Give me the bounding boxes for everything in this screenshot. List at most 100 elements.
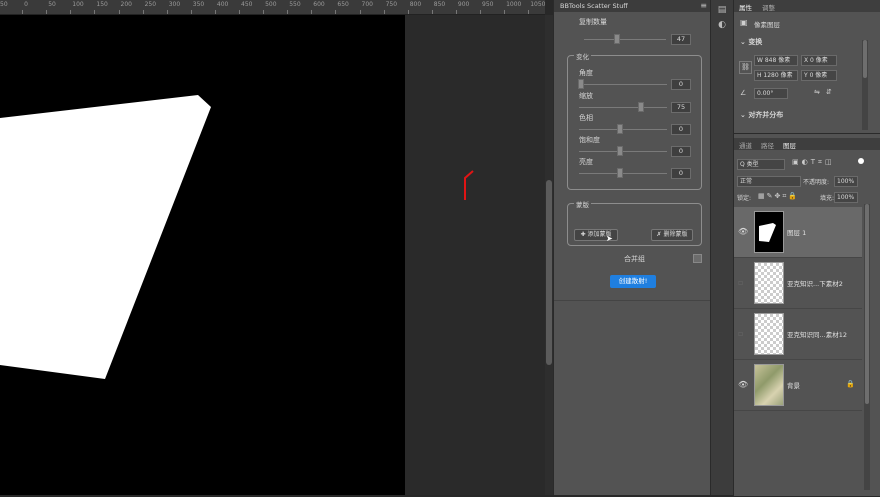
ruler-tick-mark xyxy=(455,10,457,14)
y-field[interactable]: Y 0 像素 xyxy=(801,70,837,81)
flip-vertical-icon[interactable]: ⇵ xyxy=(826,88,832,96)
tab-adjustments[interactable]: 调整 xyxy=(762,2,775,12)
lock-icons[interactable]: ▦✎✥⌗🔒 xyxy=(758,192,799,201)
ruler-tick-label: 450 xyxy=(241,1,253,8)
ruler-tick-label: 900 xyxy=(457,1,470,8)
ruler-tick-label: 50 xyxy=(48,1,56,8)
scale-slider-handle[interactable] xyxy=(638,102,644,112)
panel-icon-strip: ▤ ◐ xyxy=(710,0,733,495)
align-chevron-icon: ⌄ xyxy=(740,111,746,119)
layer-row-material12[interactable]: ▫ 亚克知识同...素材12 xyxy=(734,309,862,360)
ruler-tick-label: 300 xyxy=(168,1,181,8)
ruler-tick-label: 0 xyxy=(24,1,28,8)
layer-filter-select[interactable]: Q 类型 xyxy=(737,159,785,170)
ruler-tick-mark xyxy=(311,10,313,14)
scatter-panel: BBTools Scatter Stuff ≡ 复制数量 47 变化 角度 0 … xyxy=(553,0,711,495)
layer-thumbnail xyxy=(754,313,784,355)
merge-group-checkbox[interactable] xyxy=(693,254,702,263)
canvas-scrollbar-thumb[interactable] xyxy=(546,180,552,365)
layer-row-layer1[interactable]: 👁 图层 1 xyxy=(734,207,862,258)
layer-name: 图层 1 xyxy=(787,229,807,237)
ruler-tick-label: 750 xyxy=(385,1,398,8)
opacity-input[interactable]: 100% xyxy=(834,176,858,187)
ruler-tick-label: 500 xyxy=(265,1,277,8)
properties-scrollbar[interactable] xyxy=(862,40,868,130)
flip-horizontal-icon[interactable]: ⇋ xyxy=(814,88,820,96)
angle-slider-handle[interactable] xyxy=(578,79,584,89)
layers-scrollbar-thumb[interactable] xyxy=(865,204,869,404)
ruler-tick-mark xyxy=(94,10,96,14)
visibility-off-icon[interactable]: ▫ xyxy=(738,278,743,287)
ruler-tick-label: 700 xyxy=(361,1,373,8)
lightness-input[interactable]: 0 xyxy=(671,168,691,179)
scale-label: 缩放 xyxy=(579,92,593,100)
layer-filter-icons[interactable]: ▣◐T⌗◫ xyxy=(792,158,835,167)
visibility-off-icon[interactable]: ▫ xyxy=(738,329,743,338)
layer-thumbnail xyxy=(754,364,784,406)
x-field[interactable]: X 0 像素 xyxy=(801,55,837,66)
tab-channels[interactable]: 通道 xyxy=(739,140,752,150)
adjustments-icon[interactable]: ◐ xyxy=(717,20,727,30)
layer-thumbnail xyxy=(754,262,784,304)
hue-input[interactable]: 0 xyxy=(671,124,691,135)
layer-name: 亚克知识...下素材2 xyxy=(787,280,843,288)
copy-count-slider-handle[interactable] xyxy=(614,34,620,44)
layer-row-background[interactable]: 👁 背景 🔒 xyxy=(734,360,862,411)
visibility-eye-icon[interactable]: 👁 xyxy=(738,380,748,389)
ruler-tick-mark xyxy=(480,10,481,14)
saturation-slider-handle[interactable] xyxy=(617,146,623,156)
ruler-tick-mark xyxy=(287,10,289,14)
visibility-eye-icon[interactable]: 👁 xyxy=(738,227,748,236)
angle-slider-track[interactable] xyxy=(579,84,667,85)
layer-thumbnail xyxy=(754,211,784,253)
link-dimensions-icon[interactable]: ⛓ xyxy=(739,61,752,74)
tab-properties[interactable]: 属性 xyxy=(739,2,752,12)
width-field[interactable]: W 848 像素 xyxy=(754,55,798,66)
panel-menu-icon[interactable]: ≡ xyxy=(700,1,707,10)
ruler-tick-label: 350 xyxy=(192,1,205,8)
saturation-input[interactable]: 0 xyxy=(671,146,691,157)
transform-section-title[interactable]: ⌄ 变换 xyxy=(740,37,762,47)
properties-scrollbar-thumb[interactable] xyxy=(863,40,867,78)
fill-input[interactable]: 100% xyxy=(834,192,858,203)
angle-icon: ∠ xyxy=(740,89,747,97)
filter-toggle-icon[interactable] xyxy=(858,158,864,164)
ruler-tick-mark xyxy=(504,10,506,14)
height-field[interactable]: H 1280 像素 xyxy=(754,70,798,81)
saturation-slider-track[interactable] xyxy=(579,151,667,152)
ruler-tick-label: 950 xyxy=(482,1,494,8)
variation-group-title: 变化 xyxy=(574,51,591,61)
properties-icon[interactable]: ▤ xyxy=(717,5,727,15)
scale-input[interactable]: 75 xyxy=(671,102,691,113)
saturation-label: 饱和度 xyxy=(579,136,600,144)
canvas-scrollbar[interactable] xyxy=(545,15,553,495)
angle-input[interactable]: 0 xyxy=(671,79,691,90)
ruler-tick-mark xyxy=(239,10,240,14)
layer-row-material2[interactable]: ▫ 亚克知识...下素材2 xyxy=(734,258,862,309)
ruler-tick-mark xyxy=(22,10,24,14)
ruler-tick-mark xyxy=(166,10,168,14)
create-scatter-button[interactable]: 创建散射! xyxy=(610,275,656,288)
tab-layers[interactable]: 图层 xyxy=(783,140,796,150)
hue-slider-track[interactable] xyxy=(579,129,667,130)
scale-slider-track[interactable] xyxy=(579,107,667,108)
fill-label: 填充: xyxy=(820,195,835,202)
align-section-title[interactable]: ⌄ 对齐并分布 xyxy=(740,110,783,120)
delete-mask-button[interactable]: ✗ 删除蒙版 xyxy=(651,229,693,241)
mask-group-title: 蒙版 xyxy=(574,199,591,209)
tab-paths[interactable]: 路径 xyxy=(761,140,774,150)
hue-slider-handle[interactable] xyxy=(617,124,623,134)
ruler-tick-label: 850 xyxy=(433,1,446,8)
blend-mode-select[interactable]: 正常 xyxy=(737,176,801,187)
rotation-field[interactable]: 0.00° xyxy=(754,88,788,99)
mouse-pointer-icon: ➤ xyxy=(606,234,613,243)
pasteboard-area xyxy=(405,15,545,495)
copy-count-slider-track[interactable] xyxy=(584,39,666,40)
ruler-tick-label: 650 xyxy=(337,1,349,8)
document-canvas[interactable] xyxy=(0,15,405,495)
merge-group-label: 合并组 xyxy=(624,255,645,263)
lightness-slider-track[interactable] xyxy=(579,173,667,174)
lightness-slider-handle[interactable] xyxy=(617,168,623,178)
copy-count-input[interactable]: 47 xyxy=(671,34,691,45)
layers-scrollbar[interactable] xyxy=(864,204,870,490)
